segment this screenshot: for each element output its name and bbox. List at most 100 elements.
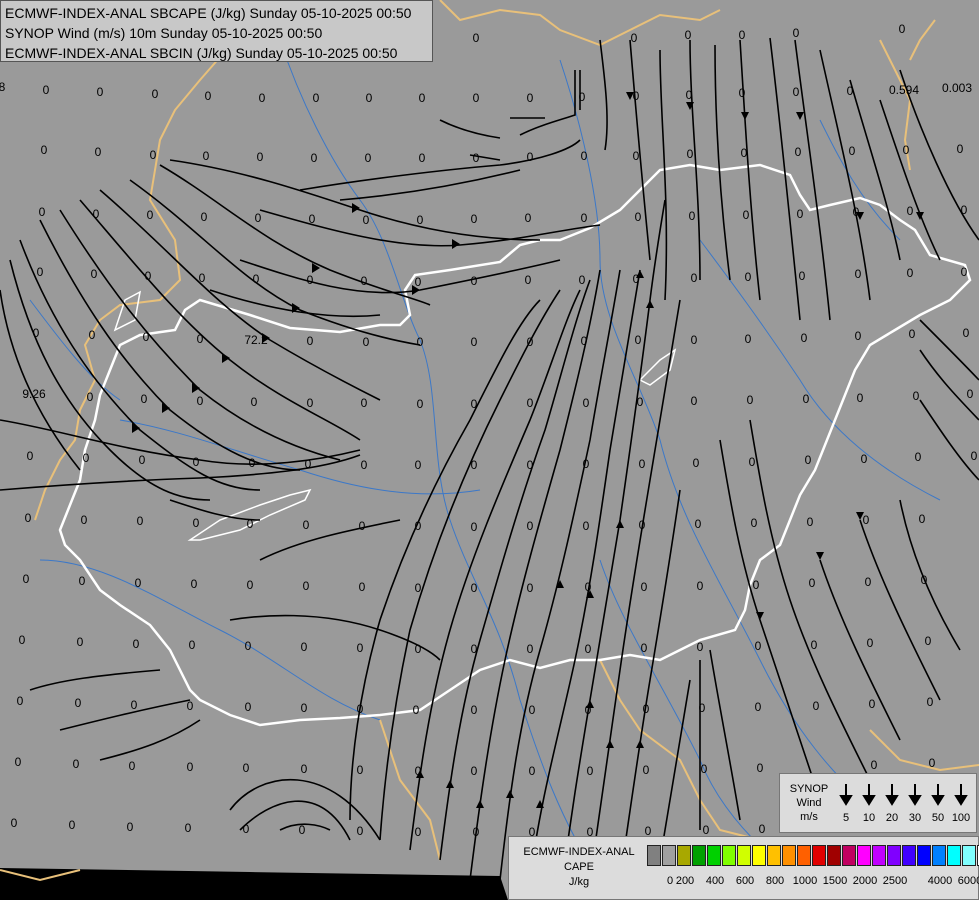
cape-value-label: 0 [131, 698, 138, 712]
cape-value-label: 0 [755, 700, 762, 714]
cape-value-label: 0 [253, 272, 260, 286]
cape-value-label: 0 [631, 31, 638, 45]
cape-value-label: 0 [471, 458, 478, 472]
cape-value-label: 0 [809, 576, 816, 590]
cape-value-label: 0 [913, 389, 920, 403]
cape-value-label: 0 [91, 267, 98, 281]
cape-value-label: 0 [39, 205, 46, 219]
cape-value-label: 0 [527, 458, 534, 472]
synop-value: 10 [862, 812, 876, 824]
cape-value-label: 0 [301, 640, 308, 654]
cape-value-label: 0 [639, 457, 646, 471]
cape-value-label: 0 [471, 764, 478, 778]
cape-value-label: 0 [971, 449, 978, 463]
cape-value-label: 0 [583, 396, 590, 410]
cape-value-label: 0 [527, 396, 534, 410]
cape-value-label: 0 [43, 83, 50, 97]
cape-value-label: 0 [185, 821, 192, 835]
cape-color-swatch [812, 845, 826, 866]
cape-value-label: 0 [147, 208, 154, 222]
cape-tick-label: 1000 [792, 875, 818, 887]
cape-legend-title: ECMWF-INDEX-ANAL [523, 846, 635, 858]
cape-value-label: 0 [357, 824, 364, 838]
cape-color-swatch [767, 845, 781, 866]
cape-value-label: 0 [357, 641, 364, 655]
cape-value-label: 0 [415, 764, 422, 778]
synop-value: 5 [842, 812, 850, 824]
cape-tick-label: 400 [705, 875, 725, 887]
cape-value-label: 0 [759, 822, 766, 836]
cape-value-label: 0 [259, 91, 266, 105]
cape-value-label: 0 [633, 149, 640, 163]
cape-value-label: 0 [139, 453, 146, 467]
map-title-box: ECMWF-INDEX-ANAL SBCAPE (J/kg) Sunday 05… [0, 0, 433, 62]
cape-value-label: 0 [11, 816, 18, 830]
cape-value-label: 0 [849, 144, 856, 158]
cape-value-label: 0 [95, 145, 102, 159]
cape-value-label: 0 [473, 31, 480, 45]
cape-value-label: 0 [691, 333, 698, 347]
cape-value-label: 0 [73, 757, 80, 771]
cape-value-label: 0 [247, 517, 254, 531]
cape-value-label: 0 [869, 697, 876, 711]
cape-value-label: 0 [697, 640, 704, 654]
cape-value-label: 0 [79, 574, 86, 588]
cape-color-swatch [737, 845, 751, 866]
cape-value-label: 0 [473, 825, 480, 839]
cape-value-label: 0 [963, 326, 970, 340]
cape-value-label: 0 [251, 395, 258, 409]
synop-value: 20 [885, 812, 899, 824]
cape-value-label: 72.2 [244, 333, 268, 347]
cape-color-swatch [887, 845, 901, 866]
cape-value-label: 0 [961, 265, 968, 279]
cape-value-label: 0 [193, 516, 200, 530]
cape-value-label: 0 [587, 764, 594, 778]
cape-value-label: 0 [525, 211, 532, 225]
cape-value-label: 0 [197, 394, 204, 408]
cape-value-label: 0 [69, 818, 76, 832]
cape-value-label: 0 [357, 702, 364, 716]
cape-value-label: 0 [413, 703, 420, 717]
cape-value-label: 0 [799, 269, 806, 283]
cape-color-swatch [872, 845, 886, 866]
title-sbcape: ECMWF-INDEX-ANAL SBCAPE (J/kg) Sunday 05… [5, 5, 412, 21]
cape-color-swatch [902, 845, 916, 866]
cape-value-label: 9.26 [22, 387, 46, 401]
cape-value-label: 0 [311, 151, 318, 165]
cape-value-label: 0 [797, 207, 804, 221]
cape-value-label: 0 [641, 641, 648, 655]
cape-value-label: 0 [899, 22, 906, 36]
cape-value-label: 0 [303, 579, 310, 593]
cape-value-label: 0 [527, 91, 534, 105]
cape-value-label: 0.594 [889, 83, 919, 97]
cape-value-label: 0 [471, 397, 478, 411]
cape-value-label: 0 [301, 701, 308, 715]
cape-value-label: 0 [189, 638, 196, 652]
cape-color-swatch [647, 845, 661, 866]
cape-value-label: 0 [193, 455, 200, 469]
cape-color-swatch [677, 845, 691, 866]
synop-legend-label: SYNOP Wind m/s [784, 782, 834, 824]
cape-value-label: 0 [695, 517, 702, 531]
cape-value-label: 0 [81, 513, 88, 527]
cape-value-label: 0 [745, 332, 752, 346]
cape-color-swatch [662, 845, 676, 866]
title-synop-wind: SYNOP Wind (m/s) 10m Sunday 05-10-2025 0… [5, 25, 323, 41]
cape-value-label: 0 [749, 455, 756, 469]
cape-color-swatch [932, 845, 946, 866]
cape-value-label: 0 [23, 572, 30, 586]
cape-value-label: 0 [15, 755, 22, 769]
cape-color-legend: ECMWF-INDEX-ANAL CAPE J/kg 0 200 400 600 800… [508, 836, 979, 900]
cape-value-label: 0 [867, 636, 874, 650]
cape-value-label: 0 [243, 822, 250, 836]
cape-value-label: 0 [857, 391, 864, 405]
cape-value-label: 0 [929, 756, 936, 770]
cape-value-label: 0 [793, 26, 800, 40]
cape-color-swatch [797, 845, 811, 866]
cape-value-label: 0 [703, 823, 710, 837]
cape-value-label: 0 [579, 273, 586, 287]
cape-value-label: 0 [93, 207, 100, 221]
cape-value-label: 0 [855, 329, 862, 343]
cape-value-label: 0 [417, 335, 424, 349]
cape-value-label: 0 [135, 576, 142, 590]
